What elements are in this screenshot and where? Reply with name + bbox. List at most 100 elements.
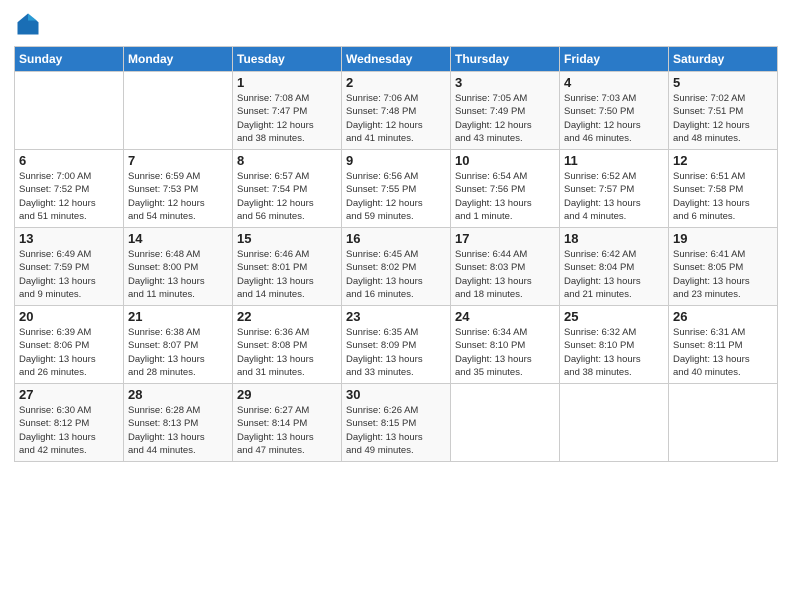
day-number: 30 [346, 387, 446, 402]
calendar-cell: 20Sunrise: 6:39 AM Sunset: 8:06 PM Dayli… [15, 306, 124, 384]
calendar-cell [451, 384, 560, 462]
calendar-cell: 23Sunrise: 6:35 AM Sunset: 8:09 PM Dayli… [342, 306, 451, 384]
calendar-cell: 7 Sunrise: 6:59 AM Sunset: 7:53 PM Daylig… [124, 150, 233, 228]
day-info: Sunrise: 6:44 AM Sunset: 8:03 PM Dayligh… [455, 248, 555, 301]
day-info: Sunrise: 6:59 AM Sunset: 7:53 PM Dayligh… [128, 170, 228, 223]
day-number: 14 [128, 231, 228, 246]
calendar-cell [124, 72, 233, 150]
calendar-cell: 18 Sunrise: 6:42 AM Sunset: 8:04 PM Dayli… [560, 228, 669, 306]
day-number: 27 [19, 387, 119, 402]
calendar-cell: 24 Sunrise: 6:34 AM Sunset: 8:10 PM Dayli… [451, 306, 560, 384]
day-info: Sunrise: 6:34 AM Sunset: 8:10 PM Dayligh… [455, 326, 555, 379]
day-number: 12 [673, 153, 773, 168]
calendar-cell: 21Sunrise: 6:38 AM Sunset: 8:07 PM Dayli… [124, 306, 233, 384]
day-number: 23 [346, 309, 446, 324]
calendar-cell [560, 384, 669, 462]
day-info: Sunrise: 6:39 AM Sunset: 8:06 PM Dayligh… [19, 326, 119, 379]
calendar-table: SundayMondayTuesdayWednesdayThursdayFrid… [14, 46, 778, 462]
day-info: Sunrise: 6:26 AM Sunset: 8:15 PM Dayligh… [346, 404, 446, 457]
day-number: 25 [564, 309, 664, 324]
day-number: 5 [673, 75, 773, 90]
day-info: Sunrise: 6:46 AM Sunset: 8:01 PM Dayligh… [237, 248, 337, 301]
day-number: 10 [455, 153, 555, 168]
calendar-cell: 3 Sunrise: 7:05 AM Sunset: 7:49 PM Daylig… [451, 72, 560, 150]
day-info: Sunrise: 6:32 AM Sunset: 8:10 PM Dayligh… [564, 326, 664, 379]
day-number: 24 [455, 309, 555, 324]
day-info: Sunrise: 6:57 AM Sunset: 7:54 PM Dayligh… [237, 170, 337, 223]
day-info: Sunrise: 6:36 AM Sunset: 8:08 PM Dayligh… [237, 326, 337, 379]
day-info: Sunrise: 7:02 AM Sunset: 7:51 PM Dayligh… [673, 92, 773, 145]
day-info: Sunrise: 7:06 AM Sunset: 7:48 PM Dayligh… [346, 92, 446, 145]
calendar-cell: 5 Sunrise: 7:02 AM Sunset: 7:51 PM Daylig… [669, 72, 778, 150]
day-number: 6 [19, 153, 119, 168]
day-info: Sunrise: 6:31 AM Sunset: 8:11 PM Dayligh… [673, 326, 773, 379]
logo-icon [14, 10, 42, 38]
header-day-tuesday: Tuesday [233, 47, 342, 72]
week-row-4: 27 Sunrise: 6:30 AM Sunset: 8:12 PM Dayli… [15, 384, 778, 462]
calendar-cell: 9 Sunrise: 6:56 AM Sunset: 7:55 PM Daylig… [342, 150, 451, 228]
day-number: 15 [237, 231, 337, 246]
day-info: Sunrise: 6:56 AM Sunset: 7:55 PM Dayligh… [346, 170, 446, 223]
day-number: 13 [19, 231, 119, 246]
header-day-thursday: Thursday [451, 47, 560, 72]
calendar-body: 1 Sunrise: 7:08 AM Sunset: 7:47 PM Daylig… [15, 72, 778, 462]
header-day-saturday: Saturday [669, 47, 778, 72]
calendar-cell: 12 Sunrise: 6:51 AM Sunset: 7:58 PM Dayli… [669, 150, 778, 228]
day-number: 7 [128, 153, 228, 168]
calendar-cell: 13 Sunrise: 6:49 AM Sunset: 7:59 PM Dayli… [15, 228, 124, 306]
calendar-cell: 29 Sunrise: 6:27 AM Sunset: 8:14 PM Dayli… [233, 384, 342, 462]
day-info: Sunrise: 7:05 AM Sunset: 7:49 PM Dayligh… [455, 92, 555, 145]
week-row-2: 13 Sunrise: 6:49 AM Sunset: 7:59 PM Dayli… [15, 228, 778, 306]
week-row-3: 20Sunrise: 6:39 AM Sunset: 8:06 PM Dayli… [15, 306, 778, 384]
day-info: Sunrise: 6:42 AM Sunset: 8:04 PM Dayligh… [564, 248, 664, 301]
calendar-cell: 26 Sunrise: 6:31 AM Sunset: 8:11 PM Dayli… [669, 306, 778, 384]
day-info: Sunrise: 6:30 AM Sunset: 8:12 PM Dayligh… [19, 404, 119, 457]
calendar-cell: 15 Sunrise: 6:46 AM Sunset: 8:01 PM Dayli… [233, 228, 342, 306]
day-info: Sunrise: 6:27 AM Sunset: 8:14 PM Dayligh… [237, 404, 337, 457]
calendar-cell: 16 Sunrise: 6:45 AM Sunset: 8:02 PM Dayli… [342, 228, 451, 306]
day-number: 2 [346, 75, 446, 90]
day-number: 16 [346, 231, 446, 246]
header-row: SundayMondayTuesdayWednesdayThursdayFrid… [15, 47, 778, 72]
day-info: Sunrise: 6:51 AM Sunset: 7:58 PM Dayligh… [673, 170, 773, 223]
week-row-1: 6 Sunrise: 7:00 AM Sunset: 7:52 PM Daylig… [15, 150, 778, 228]
calendar-cell: 28Sunrise: 6:28 AM Sunset: 8:13 PM Dayli… [124, 384, 233, 462]
day-info: Sunrise: 7:03 AM Sunset: 7:50 PM Dayligh… [564, 92, 664, 145]
logo [14, 10, 46, 38]
calendar-cell: 25 Sunrise: 6:32 AM Sunset: 8:10 PM Dayli… [560, 306, 669, 384]
day-number: 4 [564, 75, 664, 90]
day-number: 19 [673, 231, 773, 246]
calendar-cell: 6 Sunrise: 7:00 AM Sunset: 7:52 PM Daylig… [15, 150, 124, 228]
calendar-cell [669, 384, 778, 462]
day-info: Sunrise: 6:28 AM Sunset: 8:13 PM Dayligh… [128, 404, 228, 457]
calendar-cell: 22 Sunrise: 6:36 AM Sunset: 8:08 PM Dayli… [233, 306, 342, 384]
day-number: 21 [128, 309, 228, 324]
calendar-cell [15, 72, 124, 150]
calendar-cell: 2 Sunrise: 7:06 AM Sunset: 7:48 PM Daylig… [342, 72, 451, 150]
day-number: 29 [237, 387, 337, 402]
day-info: Sunrise: 6:45 AM Sunset: 8:02 PM Dayligh… [346, 248, 446, 301]
day-info: Sunrise: 6:49 AM Sunset: 7:59 PM Dayligh… [19, 248, 119, 301]
day-number: 18 [564, 231, 664, 246]
day-number: 22 [237, 309, 337, 324]
day-info: Sunrise: 6:54 AM Sunset: 7:56 PM Dayligh… [455, 170, 555, 223]
header-day-wednesday: Wednesday [342, 47, 451, 72]
day-number: 9 [346, 153, 446, 168]
day-info: Sunrise: 7:08 AM Sunset: 7:47 PM Dayligh… [237, 92, 337, 145]
calendar-cell: 27 Sunrise: 6:30 AM Sunset: 8:12 PM Dayli… [15, 384, 124, 462]
calendar-cell: 17Sunrise: 6:44 AM Sunset: 8:03 PM Dayli… [451, 228, 560, 306]
day-number: 8 [237, 153, 337, 168]
day-number: 3 [455, 75, 555, 90]
header-day-sunday: Sunday [15, 47, 124, 72]
day-info: Sunrise: 7:00 AM Sunset: 7:52 PM Dayligh… [19, 170, 119, 223]
calendar-cell: 19Sunrise: 6:41 AM Sunset: 8:05 PM Dayli… [669, 228, 778, 306]
calendar-cell: 30 Sunrise: 6:26 AM Sunset: 8:15 PM Dayli… [342, 384, 451, 462]
header [14, 10, 778, 38]
header-day-friday: Friday [560, 47, 669, 72]
day-number: 26 [673, 309, 773, 324]
calendar-cell: 1 Sunrise: 7:08 AM Sunset: 7:47 PM Daylig… [233, 72, 342, 150]
day-number: 1 [237, 75, 337, 90]
week-row-0: 1 Sunrise: 7:08 AM Sunset: 7:47 PM Daylig… [15, 72, 778, 150]
calendar-cell: 4 Sunrise: 7:03 AM Sunset: 7:50 PM Daylig… [560, 72, 669, 150]
day-info: Sunrise: 6:52 AM Sunset: 7:57 PM Dayligh… [564, 170, 664, 223]
